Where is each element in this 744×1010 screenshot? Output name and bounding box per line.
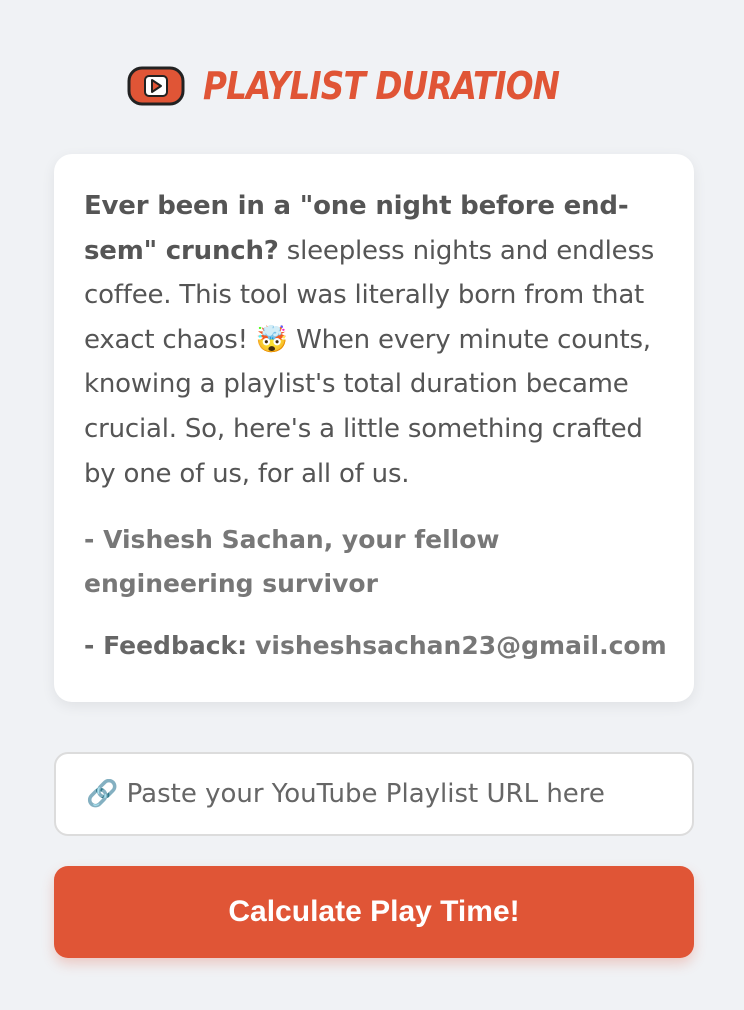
intro-card: Ever been in a "one night before end-sem… bbox=[54, 154, 694, 702]
author-signature: - Vishesh Sachan, your fellow engineerin… bbox=[84, 525, 500, 599]
calculate-play-time-button[interactable]: Calculate Play Time! bbox=[54, 866, 694, 958]
feedback-email[interactable]: visheshsachan23@gmail.com bbox=[255, 631, 667, 660]
youtube-play-icon bbox=[127, 66, 185, 106]
feedback-label: - Feedback: bbox=[84, 631, 248, 661]
page-title: Playlist Duration bbox=[202, 64, 560, 108]
intro-text: Ever been in a "one night before end-sem… bbox=[84, 184, 664, 496]
intro-body-text: sleepless nights and endless coffee. Thi… bbox=[84, 235, 655, 489]
playlist-url-input[interactable] bbox=[54, 752, 694, 836]
feedback-line: - Feedback: visheshsachan23@gmail.com bbox=[84, 626, 667, 666]
app-header: Playlist Duration bbox=[0, 58, 744, 114]
